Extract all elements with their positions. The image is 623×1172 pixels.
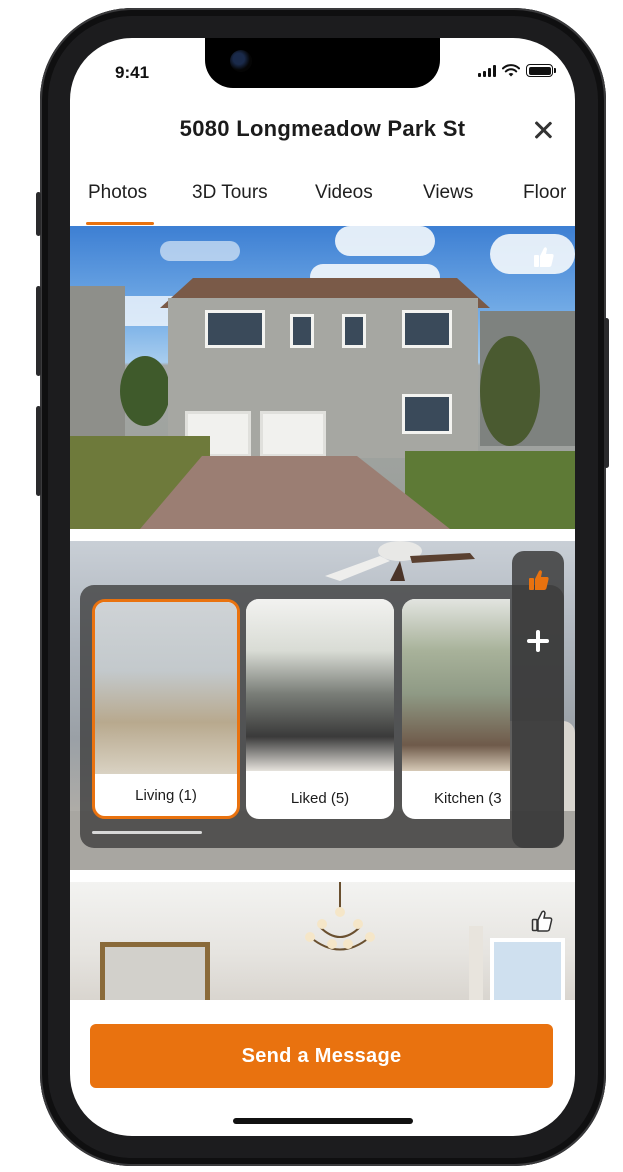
send-message-button[interactable]: Send a Message — [90, 1024, 553, 1088]
tab-photos[interactable]: Photos — [88, 182, 147, 204]
tab-views[interactable]: Views — [423, 182, 473, 204]
status-time: 9:41 — [115, 63, 150, 82]
room-card-image — [95, 602, 237, 774]
thumbs-up-icon[interactable] — [531, 244, 557, 270]
room-card-image — [246, 599, 394, 771]
room-card-label: Liked (5) — [290, 790, 350, 807]
signal-icon — [478, 64, 496, 77]
photo-living-room[interactable]: Living (1) Liked (5) Kitchen (3 — [70, 541, 575, 870]
room-card-kitchen[interactable]: Kitchen (3 — [402, 599, 510, 819]
wifi-icon — [502, 64, 520, 77]
volume-up-button — [36, 286, 41, 376]
page-title: 5080 Longmeadow Park St — [179, 116, 466, 141]
close-icon[interactable] — [531, 118, 555, 142]
plus-icon[interactable] — [526, 629, 550, 653]
photo-exterior[interactable] — [70, 226, 575, 529]
tab-bar: Photos 3D Tours Videos Views Floor — [70, 182, 575, 226]
room-card-label: Living (1) — [135, 787, 197, 804]
room-card-carousel[interactable]: Living (1) Liked (5) Kitchen (3 — [90, 599, 510, 821]
chandelier — [305, 882, 375, 951]
tab-floor[interactable]: Floor — [523, 182, 566, 204]
tab-3d-tours[interactable]: 3D Tours — [192, 182, 268, 204]
active-tab-indicator — [86, 222, 154, 225]
status-icons — [478, 64, 556, 77]
room-card-liked[interactable]: Liked (5) — [246, 599, 394, 819]
room-card-living[interactable]: Living (1) — [92, 599, 240, 819]
front-camera — [230, 50, 252, 72]
room-card-label: Kitchen (3 — [434, 790, 502, 807]
mute-switch — [36, 192, 41, 236]
thumbs-up-icon[interactable] — [526, 567, 552, 593]
wall-mirror — [100, 942, 210, 1000]
room-card-image — [402, 599, 510, 771]
carousel-scroll-indicator — [92, 831, 202, 834]
thumbs-up-icon[interactable] — [529, 908, 555, 934]
home-indicator — [233, 1118, 413, 1124]
photo-action-rail — [512, 551, 564, 848]
ceiling-fan — [325, 541, 475, 581]
screen: 9:41 5080 Longmeadow Park St Photos 3D T… — [70, 38, 575, 1136]
battery-icon — [526, 64, 556, 77]
tab-videos[interactable]: Videos — [315, 182, 373, 204]
photo-dining-room[interactable] — [70, 882, 575, 1000]
power-button — [604, 318, 609, 468]
window — [490, 938, 565, 1000]
volume-down-button — [36, 406, 41, 496]
